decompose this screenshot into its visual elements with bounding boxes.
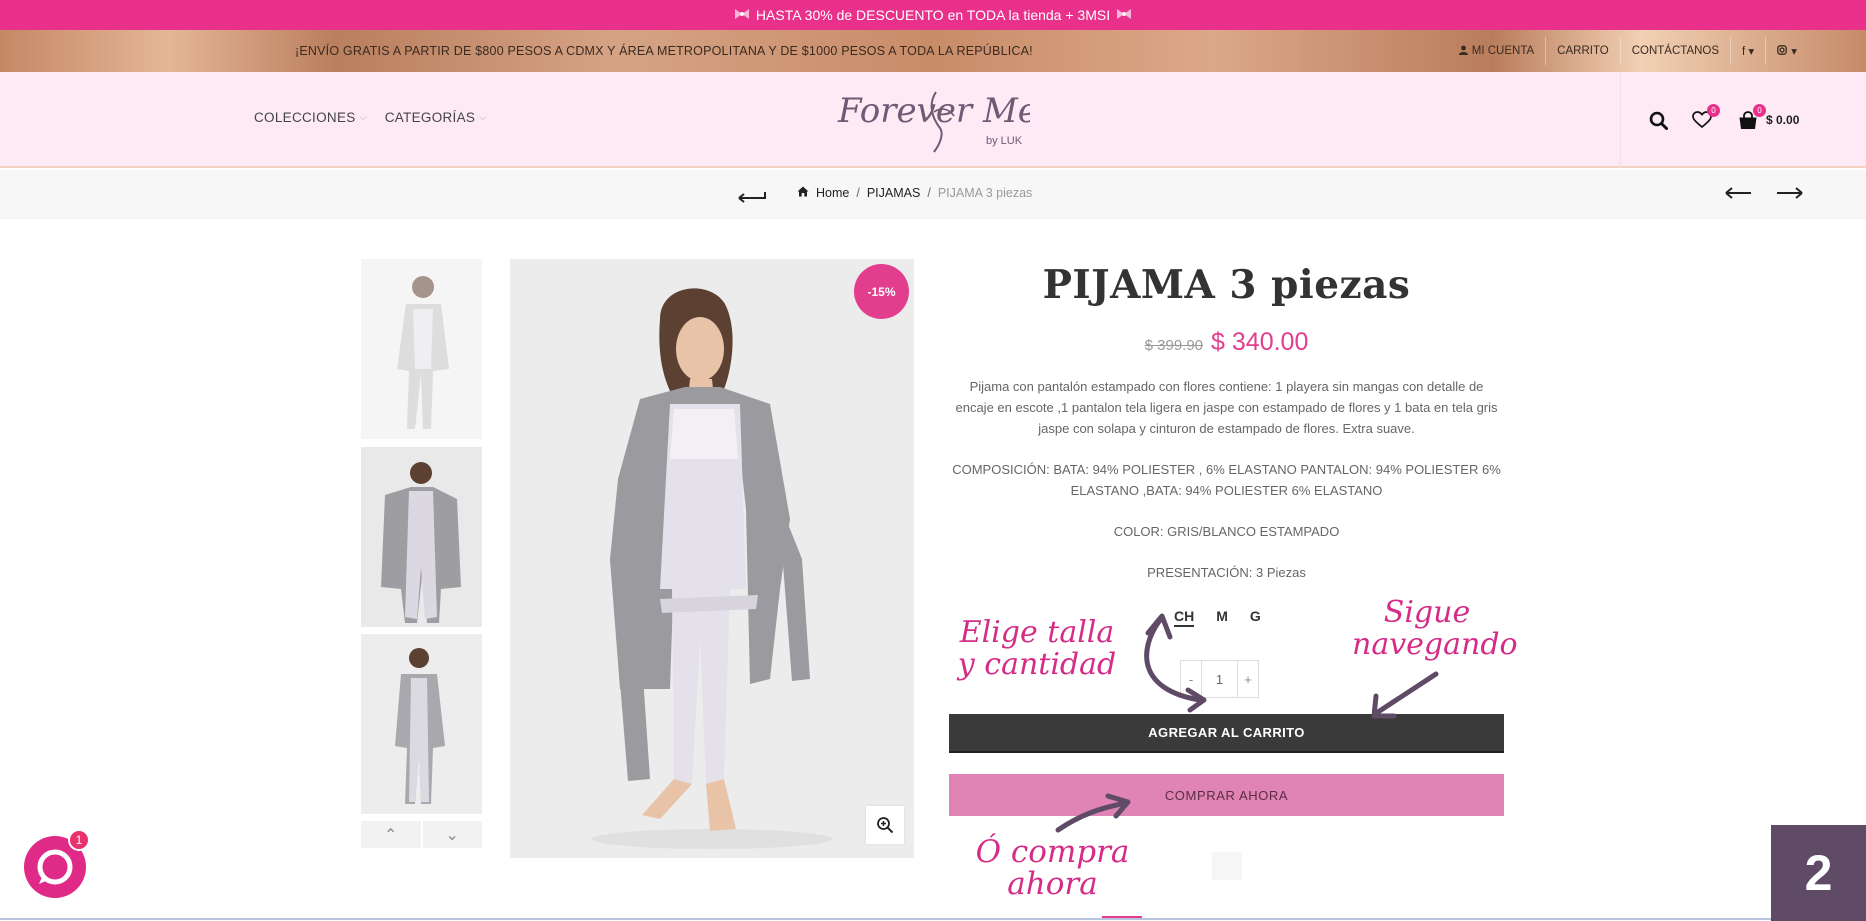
facebook-label: f ▾ [1742, 46, 1755, 58]
search-icon[interactable] [1649, 111, 1668, 130]
breadcrumb: Home / PIJAMAS / PIJAMA 3 piezas [797, 186, 1032, 200]
top-links: MI CUENTA CARRITO CONTÁCTANOS f ▾ ▾ [1448, 30, 1808, 72]
cart-count-badge: 0 [1753, 103, 1766, 117]
thumbnail-down-button[interactable]: ⌄ [422, 821, 482, 848]
home-icon [797, 186, 809, 200]
nav-collections-label: COLECCIONES [254, 110, 356, 125]
discount-badge: -15% [854, 264, 909, 319]
quantity-increase-button[interactable]: + [1238, 661, 1258, 697]
product-thumbnail[interactable] [361, 634, 482, 814]
product-photo [361, 447, 482, 627]
ribbon-icon [1116, 7, 1132, 24]
facebook-dropdown[interactable]: f ▾ [1730, 37, 1765, 65]
promo-bar: HASTA 30% de DESCUENTO en TODA la tienda… [0, 0, 1866, 30]
size-option[interactable]: G [1250, 608, 1261, 627]
instagram-chevron: ▾ [1791, 46, 1797, 58]
cart-link-label: CARRITO [1557, 45, 1609, 57]
add-to-cart-button[interactable]: AGREGAR AL CARRITO [949, 714, 1504, 753]
breadcrumb-current: PIJAMA 3 piezas [937, 186, 1033, 200]
breadcrumb-category[interactable]: PIJAMAS [867, 186, 921, 200]
zoom-icon[interactable] [866, 806, 904, 844]
old-price: $ 399.90 [1144, 337, 1204, 354]
nav-categories-label: CATEGORÍAS [384, 110, 476, 125]
instagram-icon [1777, 44, 1788, 58]
logo-subtext: by LUK [986, 135, 1023, 147]
nav-collections[interactable]: COLECCIONES ⌵ [254, 110, 367, 125]
chevron-down-icon: ⌵ [479, 112, 487, 122]
size-selector: CH M G [1174, 608, 1261, 627]
breadcrumb-separator: / [927, 186, 931, 200]
product-title: PIJAMA 3 piezas [1042, 262, 1411, 308]
annotation-choose-size: Elige talla y cantidad [957, 615, 1117, 682]
product-price: $ 399.90 $ 340.00 [949, 328, 1504, 357]
annotation-buy-now: Ó compra ahora [975, 834, 1130, 902]
product-photo [361, 634, 482, 814]
chevron-up-icon: ⌃ [384, 826, 398, 844]
wishlist-count-badge: 0 [1707, 104, 1720, 117]
breadcrumb-home[interactable]: Home [816, 186, 849, 200]
chat-icon [37, 849, 73, 885]
product-thumbnail[interactable] [361, 447, 482, 627]
shipping-notice: ¡ENVÍO GRATIS A PARTIR DE $800 PESOS A C… [295, 44, 1033, 58]
chevron-down-icon: ⌄ [445, 826, 459, 844]
product-description: Pijama con pantalón estampado con flores… [955, 379, 1498, 436]
breadcrumb-bar: Home / PIJAMAS / PIJAMA 3 piezas [0, 170, 1866, 219]
main-nav: COLECCIONES ⌵ CATEGORÍAS ⌵ [254, 110, 486, 125]
cart-link[interactable]: CARRITO [1545, 37, 1620, 65]
my-account-label: MI CUENTA [1471, 45, 1535, 57]
chat-notification-badge: 1 [68, 829, 90, 851]
my-account-link[interactable]: MI CUENTA [1448, 37, 1545, 65]
ribbon-icon [734, 7, 750, 24]
page-number-badge: 2 [1771, 825, 1866, 921]
top-bar: ¡ENVÍO GRATIS A PARTIR DE $800 PESOS A C… [0, 30, 1866, 72]
annotation-keep-browsing: Sigue navegando [1352, 595, 1518, 662]
site-header: COLECCIONES ⌵ CATEGORÍAS ⌵ Forever Me by… [0, 72, 1866, 168]
size-option[interactable]: CH [1174, 608, 1195, 627]
thumbnail-nav: ⌃ ⌄ [361, 821, 482, 848]
next-product-icon[interactable] [1776, 185, 1804, 206]
promo-text: HASTA 30% de DESCUENTO en TODA la tienda… [755, 7, 1111, 23]
instagram-dropdown[interactable]: ▾ [1765, 37, 1808, 65]
page-divider [0, 918, 1866, 920]
cart-total[interactable]: $ 0.00 [1766, 113, 1799, 127]
back-arrow-icon[interactable] [737, 184, 767, 209]
chevron-down-icon: ⌵ [359, 112, 367, 122]
contact-link-label: CONTÁCTANOS [1631, 45, 1720, 57]
nav-categories[interactable]: CATEGORÍAS ⌵ [385, 110, 487, 125]
product-photo [361, 259, 482, 439]
cart-icon[interactable]: 0 [1738, 103, 1766, 130]
product-composition: COMPOSICIÓN: BATA: 94% POLIESTER , 6% EL… [952, 462, 1501, 498]
contact-link[interactable]: CONTÁCTANOS [1619, 37, 1730, 65]
header-actions: 0 0 $ 0.00 [1620, 72, 1866, 168]
brand-logo[interactable]: Forever Me by LUK [836, 82, 1030, 158]
user-icon [1458, 45, 1468, 58]
main-product-image[interactable] [510, 259, 914, 858]
placeholder-box [1212, 852, 1242, 880]
product-presentation: PRESENTACIÓN: 3 Piezas [1147, 565, 1306, 580]
buy-now-button[interactable]: COMPRAR AHORA [949, 774, 1504, 816]
quantity-stepper: - 1 + [1180, 660, 1259, 698]
size-option[interactable]: M [1216, 608, 1228, 627]
product-thumbnail[interactable] [361, 259, 482, 439]
sale-price: $ 340.00 [1211, 328, 1309, 356]
previous-product-icon[interactable] [1724, 185, 1752, 206]
quantity-input[interactable]: 1 [1201, 661, 1238, 697]
thumbnail-up-button[interactable]: ⌃ [361, 821, 421, 848]
breadcrumb-separator: / [856, 186, 860, 200]
wishlist-icon[interactable]: 0 [1692, 104, 1720, 129]
product-photo [510, 259, 914, 858]
quantity-decrease-button[interactable]: - [1181, 661, 1201, 697]
product-color: COLOR: GRIS/BLANCO ESTAMPADO [1113, 524, 1340, 539]
